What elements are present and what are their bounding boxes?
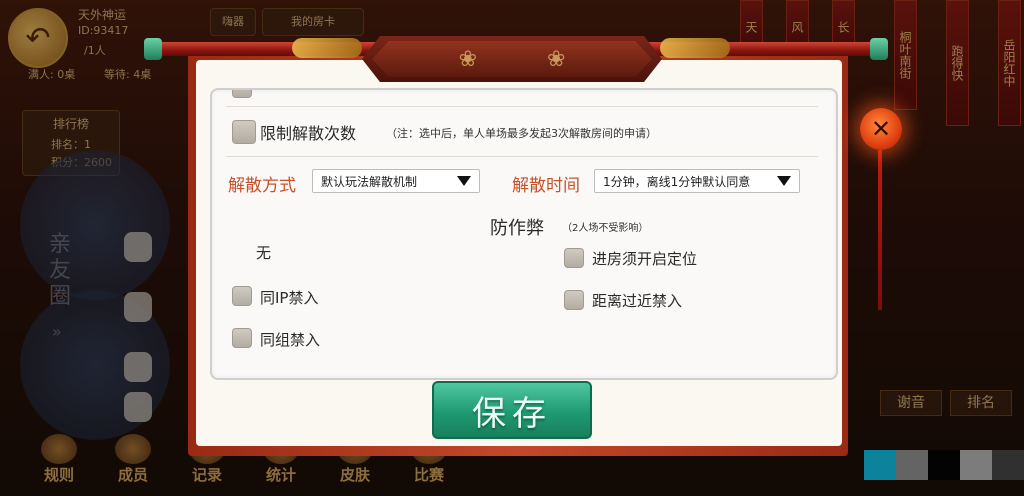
dissolve-method-select[interactable]: 默认玩法解散机制 [312, 169, 480, 193]
flower-ornament-icon: ❀ [458, 46, 477, 72]
distance-label: 距离过近禁入 [592, 292, 683, 310]
same-ip-label: 同IP禁入 [260, 289, 319, 307]
anti-cheat-subtitle: （2人场不受影响） [562, 223, 649, 234]
flower-ornament-icon: ❀ [547, 46, 566, 72]
limit-dissolve-label: 限制解散次数 [260, 124, 357, 143]
dissolve-time-value: 1分钟，离线1分钟默认同意 [603, 174, 751, 189]
same-group-label: 同组禁入 [260, 331, 321, 349]
same-group-checkbox[interactable] [232, 328, 252, 348]
save-button[interactable]: 保存 [432, 381, 592, 439]
dissolve-method-label: 解散方式 [228, 176, 296, 196]
anti-cheat-title: 防作弊 [490, 218, 544, 239]
settings-panel[interactable]: 限制解散次数 （注：选中后，单人单场最多发起3次解散房间的申请） 解散方式 默认… [210, 88, 838, 380]
title-plaque-inner: ❀ ❀ [372, 41, 652, 77]
limit-dissolve-checkbox[interactable] [232, 120, 256, 144]
none-label: 无 [256, 244, 272, 262]
divider [226, 106, 818, 107]
ornament-left [292, 38, 362, 58]
divider [226, 156, 818, 157]
dropdown-arrow-icon [457, 176, 471, 186]
tassel [878, 150, 882, 310]
rod-end-left [144, 38, 162, 60]
location-checkbox[interactable] [564, 248, 584, 268]
dropdown-arrow-icon [777, 176, 791, 186]
limit-dissolve-note: （注：选中后，单人单场最多发起3次解散房间的申请） [386, 127, 657, 140]
rod-end-right [870, 38, 888, 60]
dissolve-time-select[interactable]: 1分钟，离线1分钟默认同意 [594, 169, 800, 193]
hidden-option-checkbox[interactable] [232, 90, 252, 98]
ornament-right [660, 38, 730, 58]
distance-checkbox[interactable] [564, 290, 584, 310]
location-label: 进房须开启定位 [592, 250, 698, 268]
dissolve-time-label: 解散时间 [512, 176, 580, 196]
dissolve-method-value: 默认玩法解散机制 [321, 174, 418, 189]
same-ip-checkbox[interactable] [232, 286, 252, 306]
close-icon[interactable]: ✕ [860, 108, 902, 150]
